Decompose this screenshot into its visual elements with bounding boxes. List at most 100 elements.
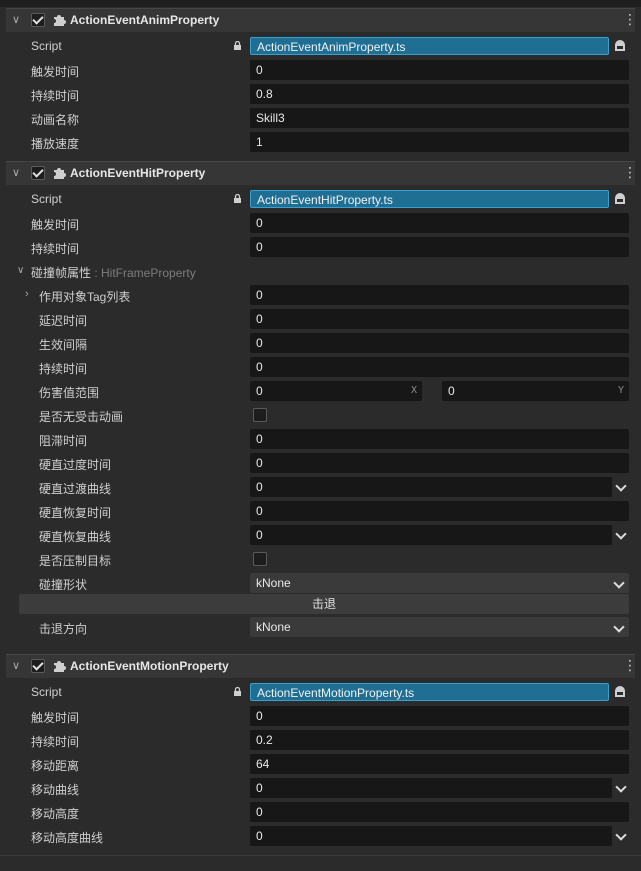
- x-input[interactable]: 0X: [250, 381, 422, 401]
- script-label: Script: [31, 39, 62, 53]
- script-field[interactable]: ActionEventHitProperty.ts: [250, 190, 609, 208]
- property-label: 持续时间: [31, 89, 80, 103]
- chevron-down-icon[interactable]: ∨: [12, 13, 24, 27]
- folder-icon[interactable]: [613, 39, 627, 52]
- chevron-down-icon[interactable]: [612, 826, 629, 846]
- curve-select[interactable]: 0: [250, 477, 612, 497]
- property-row: 播放速度 1: [0, 131, 641, 153]
- script-row: Script ActionEventAnimProperty.ts: [0, 35, 641, 57]
- group-label: 碰撞帧属性 : HitFrameProperty: [31, 266, 196, 280]
- component-title: ActionEventMotionProperty: [70, 659, 229, 673]
- script-row: Script ActionEventMotionProperty.ts: [0, 681, 641, 703]
- property-row: 延迟时间 0: [0, 308, 641, 330]
- script-field[interactable]: ActionEventMotionProperty.ts: [250, 683, 609, 701]
- number-input[interactable]: 0: [250, 501, 629, 521]
- property-label: 触发时间: [31, 711, 80, 725]
- curve-select[interactable]: 0: [250, 826, 612, 846]
- folder-icon[interactable]: [613, 685, 627, 698]
- more-vertical-icon[interactable]: ⋮: [623, 12, 637, 28]
- number-input[interactable]: 0: [250, 213, 629, 233]
- script-label: Script: [31, 685, 62, 699]
- y-input[interactable]: 0Y: [442, 381, 629, 401]
- chevron-down-icon[interactable]: [612, 778, 629, 798]
- number-input[interactable]: 0: [250, 333, 629, 353]
- curve-row: 硬直过渡曲线 0: [0, 476, 641, 498]
- property-label: 动画名称: [31, 113, 80, 127]
- property-row: 持续时间 0.2: [0, 729, 641, 751]
- number-input[interactable]: 0: [250, 429, 629, 449]
- property-label: 硬直过渡曲线: [39, 482, 112, 496]
- property-row: 阻滞时间 0: [0, 428, 641, 450]
- number-input[interactable]: 1: [250, 132, 629, 152]
- number-input[interactable]: 64: [250, 754, 629, 774]
- chevron-down-icon[interactable]: [612, 525, 629, 545]
- no-hit-anim-checkbox[interactable]: [253, 408, 267, 422]
- checkbox-row: 是否压制目标: [0, 548, 641, 570]
- shape-select[interactable]: kNone: [250, 573, 629, 593]
- property-label: 生效间隔: [39, 338, 88, 352]
- property-label: 移动高度: [31, 807, 80, 821]
- number-input[interactable]: 0.2: [250, 730, 629, 750]
- curve-row: 移动曲线 0: [0, 777, 641, 799]
- property-label: 硬直恢复时间: [39, 506, 112, 520]
- number-input[interactable]: 0: [250, 706, 629, 726]
- puzzle-icon: [54, 661, 66, 672]
- component-header-anim[interactable]: ∨ ActionEventAnimProperty ⋮: [6, 8, 637, 32]
- top-strip: [0, 0, 641, 7]
- property-label: 碰撞形状: [39, 578, 88, 592]
- knockback-section-button[interactable]: 击退: [19, 594, 629, 614]
- property-label: 击退方向: [39, 622, 88, 636]
- folder-icon[interactable]: [613, 192, 627, 205]
- script-row: Script ActionEventHitProperty.ts: [0, 188, 641, 210]
- property-label: 硬直过度时间: [39, 458, 112, 472]
- chevron-down-icon[interactable]: ∨: [12, 166, 24, 180]
- number-input[interactable]: 0: [250, 60, 629, 80]
- number-input[interactable]: 0: [250, 237, 629, 257]
- property-row: 移动距离 64: [0, 753, 641, 775]
- property-row: 持续时间 0: [0, 236, 641, 258]
- suppress-target-checkbox[interactable]: [253, 552, 267, 566]
- more-vertical-icon[interactable]: ⋮: [623, 165, 637, 181]
- group-header[interactable]: ∨ 碰撞帧属性 : HitFrameProperty: [0, 260, 641, 282]
- property-label: 移动曲线: [31, 783, 80, 797]
- property-row: 触发时间 0: [0, 212, 641, 234]
- script-field[interactable]: ActionEventAnimProperty.ts: [250, 37, 609, 55]
- curve-row: 硬直恢复曲线 0: [0, 524, 641, 546]
- property-row: 移动高度 0: [0, 801, 641, 823]
- property-label: 移动距离: [31, 759, 80, 773]
- chevron-down-icon[interactable]: [612, 477, 629, 497]
- lock-icon: [234, 687, 241, 696]
- chevron-down-icon[interactable]: ∨: [17, 265, 24, 276]
- number-input[interactable]: 0: [250, 309, 629, 329]
- number-input[interactable]: 0: [250, 453, 629, 473]
- text-input[interactable]: Skill3: [250, 108, 629, 128]
- lock-icon: [234, 41, 241, 50]
- chevron-right-icon[interactable]: ›: [25, 288, 29, 300]
- property-label: 移动高度曲线: [31, 831, 104, 845]
- property-row: 触发时间 0: [0, 705, 641, 727]
- property-label: 是否无受击动画: [39, 410, 124, 424]
- component-enabled-checkbox[interactable]: [31, 13, 45, 27]
- chevron-down-icon[interactable]: ∨: [12, 659, 24, 673]
- property-label: 是否压制目标: [39, 554, 112, 568]
- number-input[interactable]: 0: [250, 285, 629, 305]
- property-label: 持续时间: [31, 242, 80, 256]
- property-label: 触发时间: [31, 218, 80, 232]
- component-enabled-checkbox[interactable]: [31, 659, 45, 673]
- property-row: 持续时间 0: [0, 356, 641, 378]
- component-header-hit[interactable]: ∨ ActionEventHitProperty ⋮: [6, 161, 637, 185]
- component-enabled-checkbox[interactable]: [31, 166, 45, 180]
- curve-select[interactable]: 0: [250, 778, 612, 798]
- property-row: 硬直过度时间 0: [0, 452, 641, 474]
- property-label: 作用对象Tag列表: [39, 290, 131, 304]
- number-input[interactable]: 0.8: [250, 84, 629, 104]
- number-input[interactable]: 0: [250, 357, 629, 377]
- property-label: 持续时间: [39, 362, 88, 376]
- number-input[interactable]: 0: [250, 802, 629, 822]
- curve-select[interactable]: 0: [250, 525, 612, 545]
- more-vertical-icon[interactable]: ⋮: [623, 658, 637, 674]
- property-label: 伤害值范围: [39, 386, 100, 400]
- property-row: 动画名称 Skill3: [0, 107, 641, 129]
- direction-select[interactable]: kNone: [250, 617, 629, 637]
- component-header-motion[interactable]: ∨ ActionEventMotionProperty ⋮: [6, 654, 637, 678]
